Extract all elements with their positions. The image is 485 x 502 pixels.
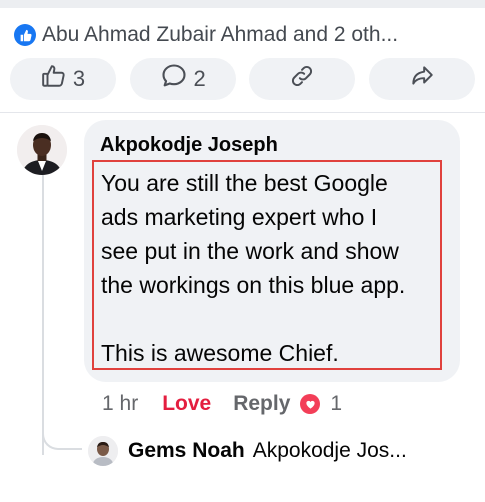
comment-line: You are still the best Google: [101, 170, 388, 196]
bottom-area: [0, 478, 485, 502]
comment-meta: 1 hr Love Reply 1: [102, 389, 342, 419]
avatar[interactable]: [88, 436, 118, 466]
link-icon: [289, 63, 315, 95]
reactions-summary-text: Abu Ahmad Zubair Ahmad and 2 oth...: [42, 23, 399, 46]
comment-timestamp[interactable]: 1 hr: [102, 392, 138, 416]
reply-preview-row[interactable]: Gems Noah Akpokodje Jos...: [88, 434, 483, 468]
comment-button[interactable]: 2: [129, 58, 236, 100]
comment-text: You are still the best Google ads market…: [101, 166, 446, 370]
reply-button[interactable]: Reply: [233, 392, 290, 416]
thumbs-up-icon: [41, 63, 67, 95]
reply-preview-text: Akpokodje Jos...: [252, 439, 407, 462]
thread-connector: [42, 420, 82, 450]
post-action-bar: 3 2: [10, 58, 475, 102]
avatar[interactable]: [17, 125, 67, 175]
comment-line: the workings on this blue app.: [101, 272, 406, 298]
comment-line: see put in the work and show: [101, 238, 399, 264]
reaction-count[interactable]: 1: [330, 392, 342, 416]
love-reaction-button[interactable]: Love: [162, 392, 211, 416]
comment-closing: This is awesome Chief.: [101, 340, 339, 366]
heart-icon: [300, 394, 321, 414]
like-button[interactable]: 3: [10, 58, 116, 100]
like-count: 3: [72, 66, 86, 91]
comment-count: 2: [193, 66, 206, 91]
comment-author[interactable]: Akpokodje Joseph: [100, 134, 278, 157]
thread-line: [42, 175, 44, 455]
top-strip: [0, 0, 485, 8]
share-icon: [409, 63, 435, 95]
comment-line: ads marketing expert who I: [101, 204, 378, 230]
divider: [0, 112, 485, 113]
reply-author[interactable]: Gems Noah: [128, 439, 245, 463]
comment-icon: [160, 62, 188, 96]
copy-link-button[interactable]: [249, 58, 356, 100]
share-button[interactable]: [368, 58, 475, 100]
like-icon: [14, 24, 36, 46]
reactions-summary[interactable]: Abu Ahmad Zubair Ahmad and 2 oth...: [14, 18, 484, 52]
